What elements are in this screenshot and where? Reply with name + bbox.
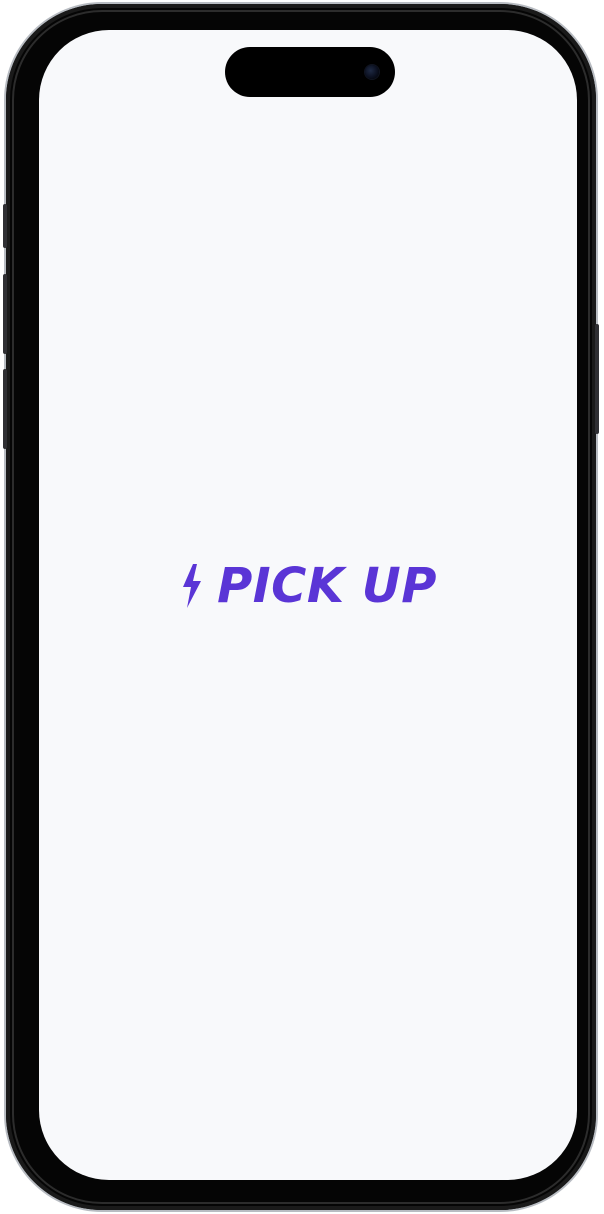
dynamic-island: [225, 47, 395, 97]
volume-down-button: [3, 369, 7, 449]
splash-screen: PICK UP: [39, 30, 577, 1180]
side-button: [595, 324, 599, 434]
phone-frame: PICK UP: [3, 4, 599, 1210]
camera-icon: [365, 65, 379, 79]
app-logo: PICK UP: [39, 556, 577, 616]
brand-name: PICK UP: [217, 558, 437, 614]
volume-up-button: [3, 274, 7, 354]
lightning-bolt-icon: [183, 564, 202, 608]
action-button: [3, 204, 7, 248]
